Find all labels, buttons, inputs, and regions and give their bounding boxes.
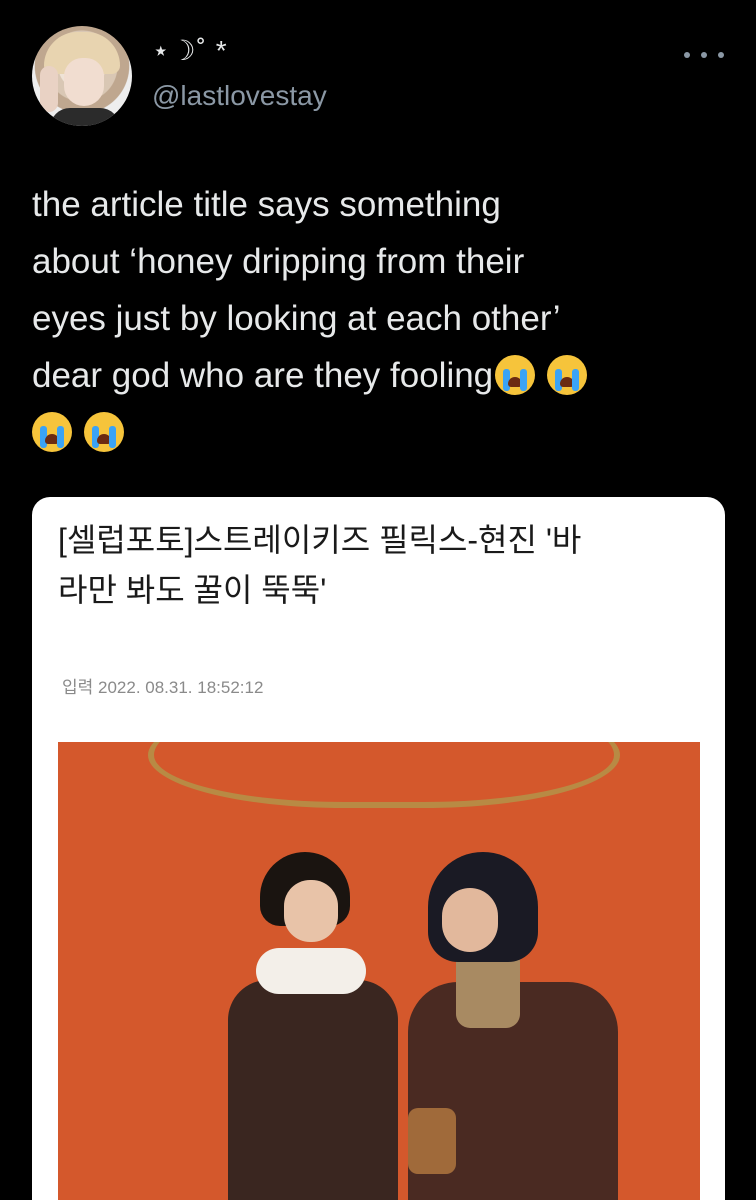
photo-person-right bbox=[408, 852, 628, 1200]
photo-ornament-frame bbox=[148, 742, 620, 808]
tweet-line: the article title says something bbox=[32, 185, 501, 224]
tweet-line: dear god who are they fooling bbox=[32, 356, 494, 395]
tweet-line-with-emoji: dear god who are they fooling bbox=[32, 347, 722, 404]
loudly-crying-face-icon bbox=[547, 355, 588, 395]
article-title-line: [셀럽포토]스트레이키즈 필릭스-현진 '바 bbox=[58, 522, 582, 558]
tweet-line: eyes just by looking at each other’ bbox=[32, 299, 561, 338]
article-photo bbox=[58, 742, 700, 1200]
photo-person-left bbox=[228, 852, 398, 1200]
loudly-crying-face-icon bbox=[84, 412, 124, 452]
tweet-line: about ‘honey dripping from their bbox=[32, 242, 525, 281]
emoji-line bbox=[32, 404, 722, 461]
loudly-crying-face-icon bbox=[495, 355, 536, 395]
tweet-text: the article title says something about ‘… bbox=[32, 176, 722, 461]
article-title-line: 라만 봐도 꿀이 뚝뚝' bbox=[58, 572, 327, 608]
article-screenshot-card[interactable]: [셀럽포토]스트레이키즈 필릭스-현진 '바 라만 봐도 꿀이 뚝뚝' 입력 2… bbox=[32, 497, 725, 1200]
avatar-hand bbox=[40, 66, 58, 112]
avatar[interactable] bbox=[32, 26, 132, 126]
avatar-face bbox=[64, 58, 104, 106]
user-handle[interactable]: @lastlovestay bbox=[152, 80, 327, 112]
avatar-shirt bbox=[50, 108, 120, 126]
article-title: [셀럽포토]스트레이키즈 필릭스-현진 '바 라만 봐도 꿀이 뚝뚝' bbox=[58, 515, 708, 615]
display-name[interactable]: ⋆☽˚ * bbox=[152, 34, 228, 67]
article-timestamp: 입력 2022. 08.31. 18:52:12 bbox=[62, 678, 264, 697]
loudly-crying-face-icon bbox=[32, 412, 72, 452]
more-options-icon[interactable] bbox=[684, 40, 724, 70]
